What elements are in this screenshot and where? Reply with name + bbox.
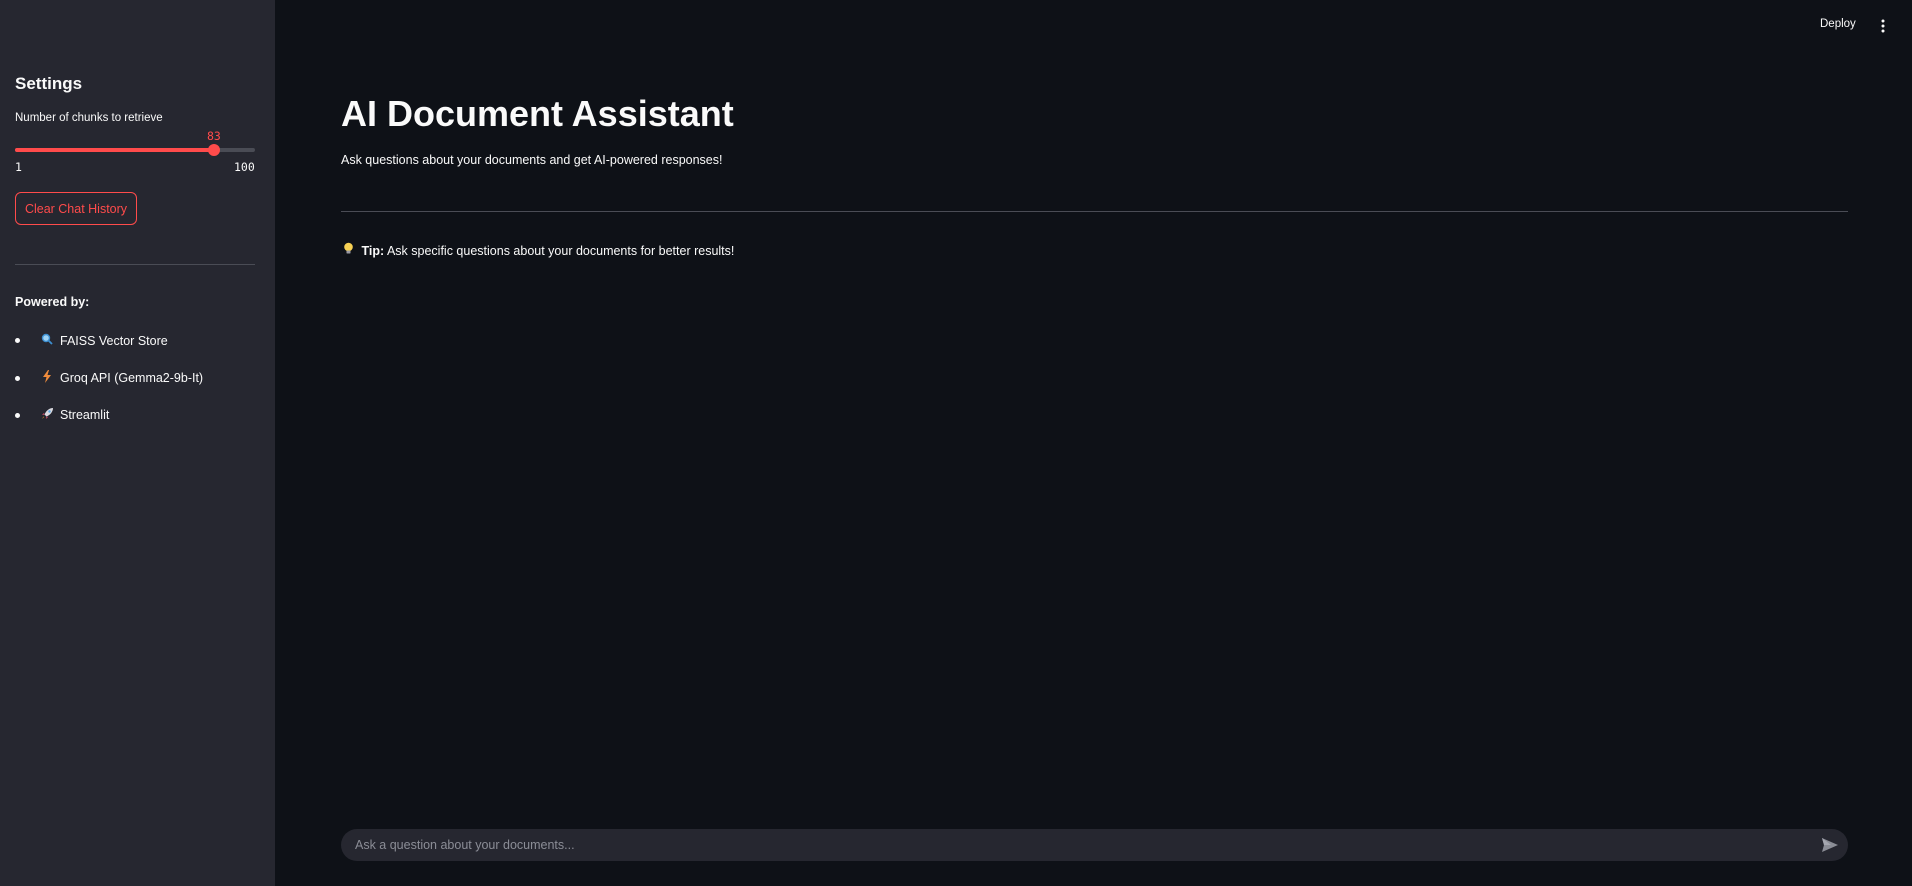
lightning-icon xyxy=(40,370,54,386)
slider-thumb[interactable] xyxy=(207,144,220,156)
sidebar-divider xyxy=(15,264,255,265)
chat-input-container xyxy=(341,829,1848,861)
sidebar-title: Settings xyxy=(15,74,83,93)
list-item: Streamlit xyxy=(15,407,109,423)
slider-label: Number of chunks to retrieve xyxy=(15,112,163,124)
more-vertical-icon[interactable] xyxy=(1877,18,1889,34)
slider-fill xyxy=(15,148,214,152)
send-icon[interactable] xyxy=(1822,838,1838,852)
tip-text: Ask specific questions about your docume… xyxy=(386,244,735,258)
rocket-icon xyxy=(40,407,54,423)
main-divider xyxy=(341,211,1848,212)
list-item-label: Streamlit xyxy=(60,408,110,422)
sidebar: Settings Number of chunks to retrieve 83… xyxy=(0,0,275,886)
slider-max: 100 xyxy=(234,160,255,174)
list-item: Groq API (Gemma2-9b-It) xyxy=(15,370,203,386)
chat-input[interactable] xyxy=(355,829,1795,861)
page-title: AI Document Assistant xyxy=(341,93,734,134)
list-item-label: FAISS Vector Store xyxy=(60,333,168,348)
list-item: FAISS Vector Store xyxy=(15,333,168,348)
search-icon xyxy=(40,333,54,348)
deploy-button[interactable]: Deploy xyxy=(1820,18,1856,30)
bullet xyxy=(15,375,20,381)
lightbulb-icon xyxy=(343,242,357,258)
list-item-label: Groq API (Gemma2-9b-It) xyxy=(60,371,204,385)
slider-min: 1 xyxy=(15,160,22,174)
clear-chat-history-button[interactable]: Clear Chat History xyxy=(15,192,137,225)
tip-message: Tip: Ask specific questions about your d… xyxy=(343,242,734,258)
chunks-slider[interactable] xyxy=(15,144,255,156)
bullet xyxy=(15,412,20,418)
powered-by-heading: Powered by: xyxy=(15,295,90,309)
tip-label: Tip: xyxy=(361,244,385,258)
bullet xyxy=(15,338,20,343)
page-subtitle: Ask questions about your documents and g… xyxy=(341,153,723,167)
slider-value: 83 xyxy=(207,129,221,143)
